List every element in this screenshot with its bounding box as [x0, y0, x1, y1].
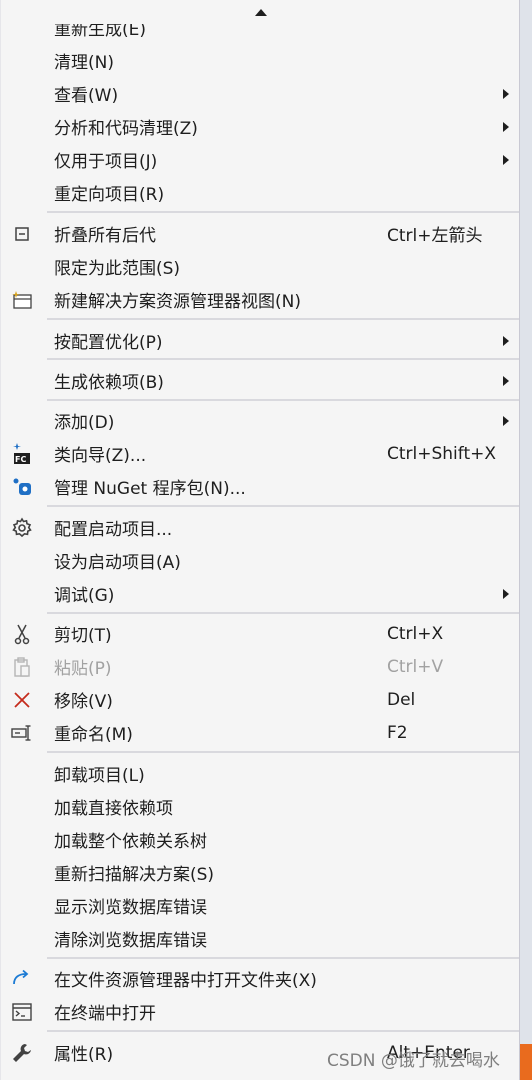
menu-separator [47, 211, 519, 213]
menu-item-label: 在终端中打开 [54, 1004, 156, 1024]
menu-item-label: 新建解决方案资源管理器视图(N) [54, 292, 301, 312]
menu-item-open-in-explorer[interactable]: 在文件资源管理器中打开文件夹(X) [1, 962, 521, 995]
menu-item-label: 添加(D) [54, 413, 115, 433]
menu-item-open-in-terminal[interactable]: 在终端中打开 [1, 995, 521, 1028]
menu-item-label: 剪切(T) [54, 626, 112, 646]
gear-icon [9, 515, 35, 541]
terminal-icon [9, 999, 35, 1025]
menu-separator [47, 358, 519, 360]
menu-separator [47, 1030, 519, 1032]
class-wizard-icon: FC [9, 441, 35, 467]
submenu-arrow-icon [503, 376, 509, 386]
scroll-up-arrow-icon [255, 9, 267, 16]
menu-item-shortcut: F2 [387, 722, 408, 743]
menu-separator [47, 318, 519, 320]
menu-item-label: 在文件资源管理器中打开文件夹(X) [54, 971, 317, 991]
context-menu: 重新生成(E) 清理(N) 查看(W) 分析和代码清理(Z) 仅用于项目(J) … [0, 0, 520, 1080]
remove-icon [9, 687, 35, 713]
menu-item-label: 清理(N) [54, 53, 114, 73]
menu-item-project-only[interactable]: 仅用于项目(J) [1, 143, 521, 176]
menu-separator [47, 505, 519, 507]
menu-item-clean[interactable]: 清理(N) [1, 44, 521, 77]
menu-item-scope-to-this[interactable]: 限定为此范围(S) [1, 250, 521, 283]
menu-item-label: 管理 NuGet 程序包(N)... [54, 479, 246, 499]
watermark: CSDN @饿了就去喝水 [327, 1051, 500, 1071]
open-folder-icon [9, 966, 35, 992]
menu-item-label: 加载整个依赖关系树 [54, 832, 207, 852]
scroll-up-button[interactable] [1, 0, 521, 26]
menu-item-shortcut: Ctrl+Shift+X [387, 443, 497, 464]
menu-separator [47, 957, 519, 959]
menu-item-collapse-all[interactable]: 折叠所有后代 Ctrl+左箭头 [1, 217, 521, 250]
new-explorer-view-icon [9, 287, 35, 313]
paste-icon [9, 654, 35, 680]
menu-item-analyze[interactable]: 分析和代码清理(Z) [1, 110, 521, 143]
menu-item-label: 卸载项目(L) [54, 766, 145, 786]
menu-item-label: 按配置优化(P) [54, 333, 163, 353]
menu-item-label: 查看(W) [54, 86, 119, 106]
menu-item-label: 折叠所有后代 [54, 226, 156, 246]
menu-item-cut[interactable]: 剪切(T) Ctrl+X [1, 617, 521, 650]
menu-item-label: 显示浏览数据库错误 [54, 898, 207, 918]
menu-item-manage-nuget[interactable]: 管理 NuGet 程序包(N)... [1, 470, 521, 503]
submenu-arrow-icon [503, 416, 509, 426]
menu-item-label: 限定为此范围(S) [54, 259, 181, 279]
menu-item-shortcut: Del [387, 689, 416, 710]
menu-item-build-dependencies[interactable]: 生成依赖项(B) [1, 364, 521, 397]
nuget-icon [9, 474, 35, 500]
menu-item-label: 属性(R) [54, 1045, 114, 1065]
menu-item-label: 分析和代码清理(Z) [54, 119, 198, 139]
submenu-arrow-icon [503, 336, 509, 346]
menu-item-load-dep-tree[interactable]: 加载整个依赖关系树 [1, 823, 521, 856]
menu-item-load-direct-deps[interactable]: 加载直接依赖项 [1, 790, 521, 823]
menu-item-label: 重命名(M) [54, 725, 133, 745]
menu-item-label: 生成依赖项(B) [54, 373, 164, 393]
menu-item-label: 重定向项目(R) [54, 185, 165, 205]
menu-item-clear-browse-db-errors[interactable]: 清除浏览数据库错误 [1, 922, 521, 955]
rename-icon [9, 720, 35, 746]
menu-item-unload-project[interactable]: 卸载项目(L) [1, 757, 521, 790]
menu-item-new-explorer-view[interactable]: 新建解决方案资源管理器视图(N) [1, 283, 521, 316]
menu-item-label: 清除浏览数据库错误 [54, 931, 207, 951]
menu-item-class-wizard[interactable]: FC 类向导(Z)... Ctrl+Shift+X [1, 437, 521, 470]
menu-item-shortcut: Ctrl+X [387, 623, 444, 644]
menu-item-label: 调试(G) [54, 586, 115, 606]
menu-item-shortcut: Ctrl+左箭头 [387, 226, 483, 246]
menu-item-label: 粘贴(P) [54, 659, 112, 679]
background-accent [520, 1044, 532, 1080]
menu-item-set-startup[interactable]: 设为启动项目(A) [1, 544, 521, 577]
menu-item-label: 类向导(Z)... [54, 446, 147, 466]
submenu-arrow-icon [503, 155, 509, 165]
menu-item-configure-startup[interactable]: 配置启动项目... [1, 511, 521, 544]
menu-separator [47, 399, 519, 401]
menu-item-rename[interactable]: 重命名(M) F2 [1, 716, 521, 749]
menu-separator [47, 612, 519, 614]
submenu-arrow-icon [503, 89, 509, 99]
menu-item-show-browse-db-errors[interactable]: 显示浏览数据库错误 [1, 889, 521, 922]
menu-item-remove[interactable]: 移除(V) Del [1, 683, 521, 716]
menu-item-view[interactable]: 查看(W) [1, 77, 521, 110]
menu-item-shortcut: Ctrl+V [387, 656, 444, 677]
submenu-arrow-icon [503, 122, 509, 132]
wrench-icon [9, 1040, 35, 1066]
menu-separator [47, 751, 519, 753]
background-window-edge [520, 0, 532, 1080]
menu-item-pgo[interactable]: 按配置优化(P) [1, 324, 521, 357]
svg-text:FC: FC [15, 455, 26, 464]
submenu-arrow-icon [503, 589, 509, 599]
collapse-icon [9, 221, 35, 247]
menu-item-label: 加载直接依赖项 [54, 799, 173, 819]
menu-item-add[interactable]: 添加(D) [1, 404, 521, 437]
scissors-icon [9, 621, 35, 647]
menu-item-label: 移除(V) [54, 692, 113, 712]
menu-item-paste[interactable]: 粘贴(P) Ctrl+V [1, 650, 521, 683]
menu-item-label: 设为启动项目(A) [54, 553, 181, 573]
menu-item-rescan-solution[interactable]: 重新扫描解决方案(S) [1, 856, 521, 889]
menu-item-debug[interactable]: 调试(G) [1, 577, 521, 610]
menu-item-label: 配置启动项目... [54, 520, 173, 540]
menu-item-retarget[interactable]: 重定向项目(R) [1, 176, 521, 209]
menu-item-label: 仅用于项目(J) [54, 152, 158, 172]
menu-item-label: 重新扫描解决方案(S) [54, 865, 215, 885]
